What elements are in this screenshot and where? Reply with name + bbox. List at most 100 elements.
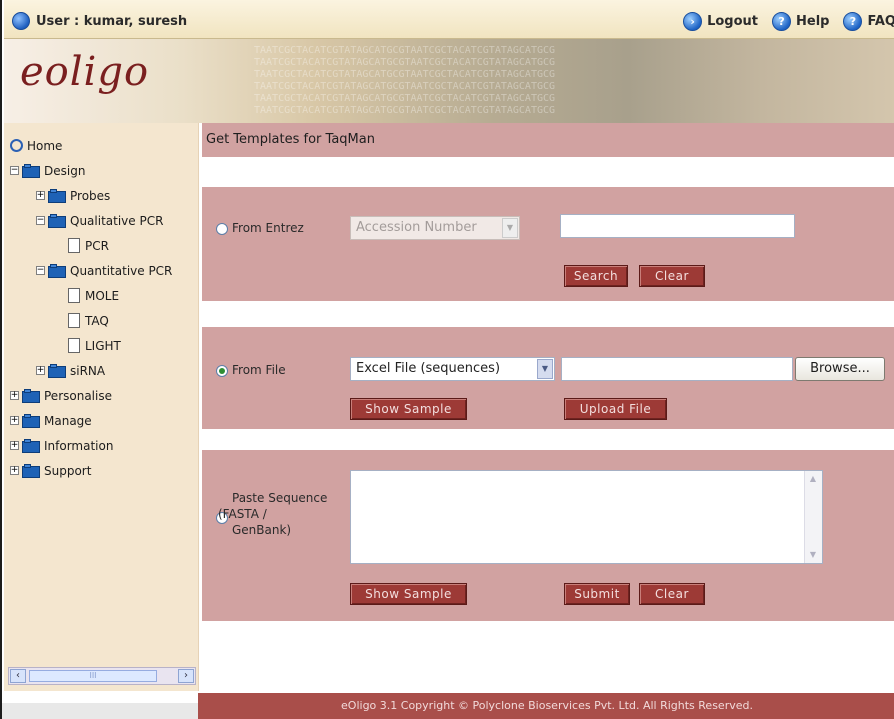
from-file-panel: From File Excel File (sequences) ▼ Brows… [202, 327, 894, 429]
scroll-left-button[interactable]: ‹ [10, 669, 26, 683]
scroll-down-icon[interactable]: ▼ [805, 547, 821, 563]
document-icon [68, 338, 80, 353]
help-link[interactable]: ? Help [772, 12, 829, 31]
tree-item-information[interactable]: + Information [6, 433, 198, 458]
from-file-radio[interactable] [216, 365, 228, 377]
folder-open-icon [48, 263, 66, 278]
scroll-up-icon[interactable]: ▲ [805, 471, 821, 487]
tree-item-mole[interactable]: MOLE [6, 283, 198, 308]
home-icon [10, 139, 23, 152]
upload-file-button[interactable]: Upload File [564, 398, 667, 420]
help-icon: ? [772, 12, 792, 31]
paste-label-line3: GenBank) [232, 523, 292, 537]
folder-icon [22, 463, 40, 478]
tree-item-label: PCR [85, 238, 109, 253]
folder-icon [48, 363, 66, 378]
entrez-clear-button[interactable]: Clear [639, 265, 705, 287]
tree-item-label: TAQ [85, 313, 109, 328]
top-links: › Logout ? Help ? FAQ [683, 12, 894, 31]
help-label: Help [796, 14, 830, 29]
tree-item-label: Information [44, 438, 114, 453]
footer-spacer [2, 703, 198, 719]
tree-item-personalise[interactable]: + Personalise [6, 383, 198, 408]
collapse-icon[interactable]: − [36, 266, 45, 275]
tree-item-label: Home [27, 138, 63, 153]
tree-item-qualitative-pcr[interactable]: − Qualitative PCR [6, 208, 198, 233]
expand-icon[interactable]: + [10, 416, 19, 425]
folder-icon [22, 413, 40, 428]
accession-input[interactable] [560, 214, 795, 238]
document-icon [68, 288, 80, 303]
search-button[interactable]: Search [564, 265, 628, 287]
dna-watermark: TAATCGCTACATCGTATAGCATGCGTAATCGCTACATCGT… [254, 45, 556, 116]
expand-icon[interactable]: + [36, 366, 45, 375]
header-banner: TAATCGCTACATCGTATAGCATGCGTAATCGCTACATCGT… [4, 39, 894, 123]
expand-icon[interactable]: + [10, 466, 19, 475]
tree-item-label: Manage [44, 413, 92, 428]
scroll-thumb[interactable]: III [29, 670, 157, 682]
expand-icon[interactable]: + [10, 441, 19, 450]
tree-item-label: LIGHT [85, 338, 121, 353]
paste-sequence-panel: Paste Sequence (FASTA / GenBank) ▲ ▼ Sho… [202, 450, 894, 621]
sequence-textarea[interactable]: ▲ ▼ [350, 470, 823, 564]
tree-item-label: Quantitative PCR [70, 263, 173, 278]
tree-item-label: Qualitative PCR [70, 213, 164, 228]
file-show-sample-button[interactable]: Show Sample [350, 398, 467, 420]
chevron-down-icon: ▼ [502, 218, 518, 238]
folder-icon [48, 188, 66, 203]
collapse-icon[interactable]: − [36, 216, 45, 225]
tree-item-support[interactable]: + Support [6, 458, 198, 483]
textarea-scrollbar[interactable]: ▲ ▼ [804, 471, 822, 563]
tree-item-quantitative-pcr[interactable]: − Quantitative PCR [6, 258, 198, 283]
folder-open-icon [22, 163, 40, 178]
user-info: User : kumar, suresh [12, 12, 187, 30]
page-title: Get Templates for TaqMan [202, 123, 894, 157]
tree-item-pcr[interactable]: PCR [6, 233, 198, 258]
expand-icon[interactable]: + [36, 191, 45, 200]
faq-label: FAQ [867, 14, 894, 29]
browse-button[interactable]: Browse... [795, 357, 885, 381]
main-content: Get Templates for TaqMan From Entrez Acc… [202, 123, 894, 693]
folder-open-icon [48, 213, 66, 228]
logout-link[interactable]: › Logout [683, 12, 758, 31]
from-entrez-panel: From Entrez Accession Number ▼ Search Cl… [202, 187, 894, 301]
faq-link[interactable]: ? FAQ [843, 12, 894, 31]
tree-item-label: Support [44, 463, 92, 478]
tree-item-probes[interactable]: + Probes [6, 183, 198, 208]
select-value: Excel File (sequences) [356, 361, 501, 376]
folder-icon [22, 438, 40, 453]
tree-item-manage[interactable]: + Manage [6, 408, 198, 433]
scroll-grip: III [89, 671, 97, 680]
faq-icon: ? [843, 12, 863, 31]
eoligo-logo[interactable]: eoligo [20, 49, 149, 95]
submit-button[interactable]: Submit [564, 583, 630, 605]
top-bar: User : kumar, suresh › Logout ? Help ? F… [4, 0, 894, 39]
tree-item-label: Probes [70, 188, 111, 203]
tree-item-home[interactable]: Home [6, 133, 198, 158]
sidebar: Home − Design + Probes − Qualitative PCR… [4, 123, 199, 691]
paste-clear-button[interactable]: Clear [639, 583, 705, 605]
file-path-input[interactable] [561, 357, 793, 381]
tree-item-sirna[interactable]: + siRNA [6, 358, 198, 383]
paste-label-line2: (FASTA / [218, 507, 267, 521]
tree-item-light[interactable]: LIGHT [6, 333, 198, 358]
tree-item-design[interactable]: − Design [6, 158, 198, 183]
document-icon [68, 238, 80, 253]
expand-icon[interactable]: + [10, 391, 19, 400]
tree-item-label: siRNA [70, 363, 106, 378]
folder-icon [22, 388, 40, 403]
from-entrez-radio[interactable] [216, 223, 228, 235]
logout-label: Logout [707, 14, 759, 29]
tree-item-taq[interactable]: TAQ [6, 308, 198, 333]
document-icon [68, 313, 80, 328]
collapse-icon[interactable]: − [10, 166, 19, 175]
scroll-right-button[interactable]: › [178, 669, 194, 683]
file-type-select[interactable]: Excel File (sequences) ▼ [350, 357, 555, 381]
sidebar-scrollbar[interactable]: ‹ III › [8, 667, 196, 685]
paste-show-sample-button[interactable]: Show Sample [350, 583, 467, 605]
from-file-label: From File [232, 363, 286, 377]
app-window: User : kumar, suresh › Logout ? Help ? F… [0, 0, 894, 719]
paste-sequence-label: Paste Sequence (FASTA / GenBank) [218, 490, 327, 538]
tree-item-label: Design [44, 163, 86, 178]
user-label: User : kumar, suresh [36, 13, 188, 29]
